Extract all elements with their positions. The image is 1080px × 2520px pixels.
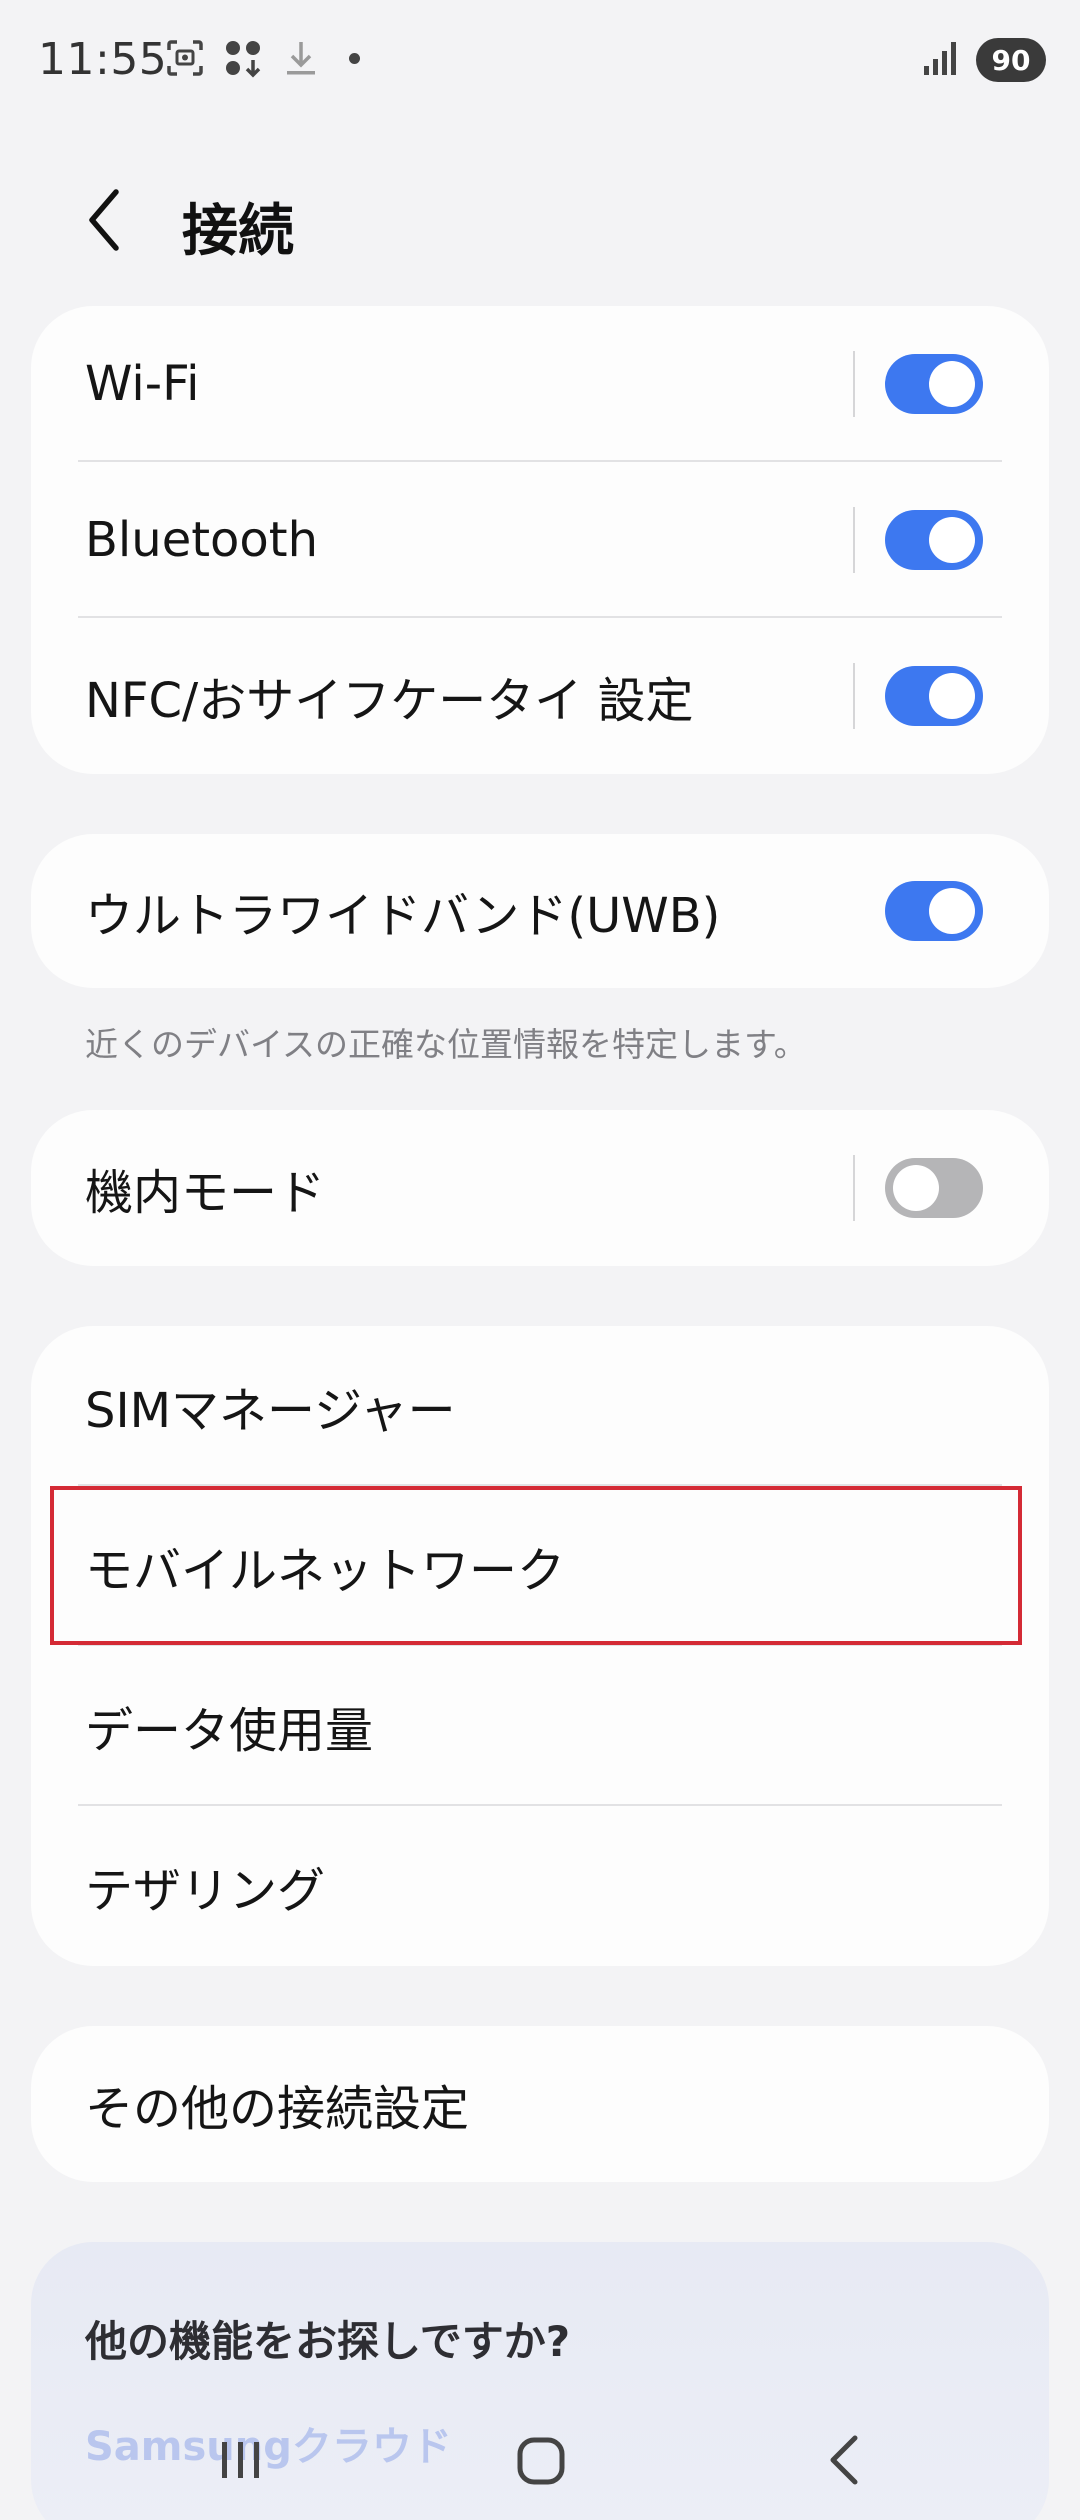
uwb-toggle[interactable] [885,881,983,941]
airplane-label: 機内モード [85,1165,326,1221]
back-button[interactable] [78,184,138,256]
sim-manager-item[interactable]: SIMマネージャー [31,1326,1049,1486]
uwb-card: ウルトラワイドバンド(UWB) [31,834,1049,988]
home-icon [500,2437,580,2504]
recents-icon [200,2442,280,2504]
uwb-row[interactable]: ウルトラワイドバンド(UWB) [31,834,1049,988]
nfc-row[interactable]: NFC/おサイフケータイ 設定 [31,618,1049,774]
divider-vertical [853,507,855,573]
divider-vertical [853,1155,855,1221]
data-usage-item[interactable]: データ使用量 [31,1646,1049,1806]
nfc-label: NFC/おサイフケータイ 設定 [85,673,694,729]
tethering-label: テザリング [85,1863,326,1919]
uwb-label: ウルトラワイドバンド(UWB) [85,888,721,944]
data-usage-label: データ使用量 [85,1703,374,1759]
recents-button[interactable] [200,2420,280,2500]
screenshot-icon [165,38,205,78]
suggestions-title: 他の機能をお探しですか? [85,2317,571,2366]
nav-back-button[interactable] [805,2420,885,2500]
airplane-card: 機内モード [31,1110,1049,1266]
dot-icon [349,52,360,64]
page-title: 接続 [182,199,294,264]
navigation-bar [0,2400,1080,2520]
home-button[interactable] [500,2420,580,2500]
status-bar: 11:55 90 [0,0,1080,125]
network-settings-card: SIMマネージャー モバイルネットワーク データ使用量 テザリング [31,1326,1049,1966]
other-settings-item[interactable]: その他の接続設定 [31,2026,1049,2182]
wifi-label: Wi-Fi [85,356,200,412]
wifi-toggle[interactable] [885,354,983,414]
connection-toggles-card: Wi-Fi Bluetooth NFC/おサイフケータイ 設定 [31,306,1049,774]
airplane-toggle[interactable] [885,1158,983,1218]
sim-manager-label: SIMマネージャー [85,1383,456,1439]
bluetooth-row[interactable]: Bluetooth [31,462,1049,618]
tethering-item[interactable]: テザリング [31,1806,1049,1966]
mobile-network-item[interactable]: モバイルネットワーク [31,1486,1049,1646]
bluetooth-toggle[interactable] [885,510,983,570]
battery-indicator: 90 [976,38,1046,82]
status-notification-icons [165,38,360,78]
chevron-left-icon [78,189,138,260]
airplane-row[interactable]: 機内モード [31,1110,1049,1266]
mobile-network-label: モバイルネットワーク [85,1543,566,1599]
header: 接続 [0,170,1080,270]
status-time: 11:55 [38,34,168,85]
divider-vertical [853,663,855,729]
other-settings-label: その他の接続設定 [85,2081,470,2137]
other-settings-card: その他の接続設定 [31,2026,1049,2182]
wifi-row[interactable]: Wi-Fi [31,306,1049,462]
divider-vertical [853,351,855,417]
nfc-toggle[interactable] [885,666,983,726]
back-icon [805,2435,885,2504]
apps-icon [223,38,263,78]
signal-icon [920,38,960,82]
uwb-description: 近くのデバイスの正確な位置情報を特定します。 [85,1025,807,1064]
bluetooth-label: Bluetooth [85,512,319,568]
status-right: 90 [920,38,1046,82]
download-icon [281,38,321,78]
